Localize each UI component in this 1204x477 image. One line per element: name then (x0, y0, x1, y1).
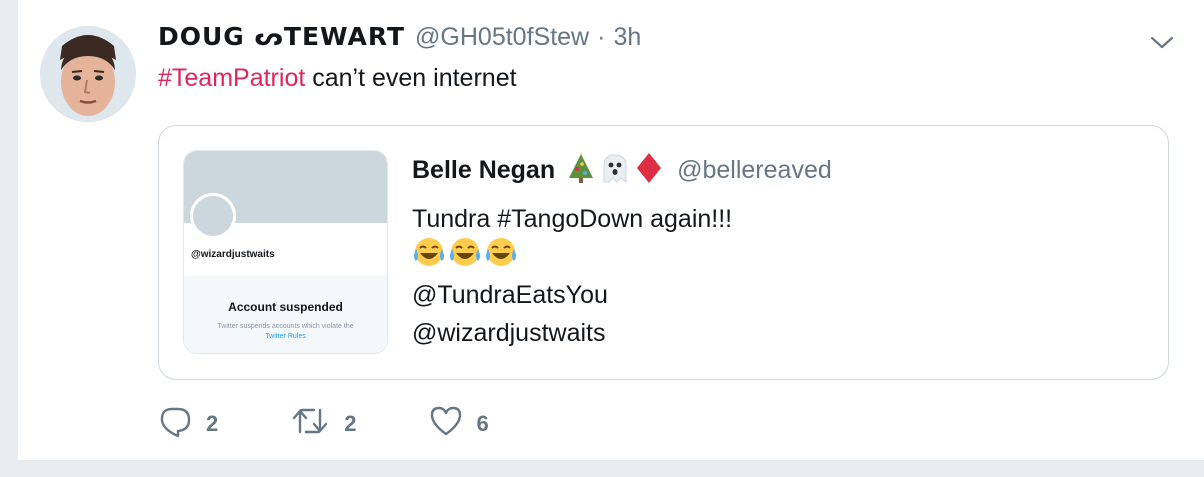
quoted-tweet[interactable]: @wizardjustwaits Account suspended Twitt… (158, 125, 1169, 380)
tweet-text-body: can’t even internet (305, 64, 517, 92)
tweet[interactable]: DOUG ᔕTEWART @GH05t0fStew · 3h #TeamPatr… (18, 0, 1204, 460)
tweet-text: #TeamPatriot can’t even internet (158, 64, 517, 93)
tears-of-joy-icon (448, 235, 482, 280)
retweet-icon (290, 404, 330, 443)
reply-icon (158, 404, 192, 443)
card-avatar (190, 193, 236, 239)
avatar[interactable] (40, 26, 136, 122)
quoted-handle[interactable]: @bellereaved (677, 156, 832, 185)
quoted-header: Belle Negan @bellereaved (412, 152, 832, 189)
quoted-text: Tundra #TangoDown again!!! @TundraEatsYo… (412, 200, 732, 352)
retweet-button[interactable]: 2 (290, 404, 357, 443)
card-handle: @wizardjustwaits (191, 249, 275, 260)
retweet-count: 2 (344, 410, 357, 436)
card-suspended-description: Twitter suspends accounts which violate … (217, 323, 354, 330)
mention-link[interactable]: @wizardjustwaits (412, 314, 732, 352)
like-count: 6 (476, 410, 489, 436)
christmas-tree-icon (567, 152, 595, 189)
quoted-display-name[interactable]: Belle Negan (412, 156, 555, 185)
profile-card-image: @wizardjustwaits Account suspended Twitt… (183, 150, 388, 354)
author-display-name[interactable]: DOUG ᔕTEWART (158, 22, 405, 51)
ghost-icon (599, 152, 631, 189)
tweet-header: DOUG ᔕTEWART @GH05t0fStew · 3h (158, 22, 641, 58)
tears-of-joy-icon (412, 235, 446, 280)
like-button[interactable]: 6 (429, 404, 489, 443)
card-suspended-notice: Account suspended Twitter suspends accou… (184, 275, 387, 353)
reply-count: 2 (206, 410, 219, 436)
tweet-actions: 2 2 6 (158, 404, 561, 443)
reply-button[interactable]: 2 (158, 404, 218, 443)
diamond-suit-icon (635, 152, 663, 189)
hashtag-link[interactable]: #TeamPatriot (158, 64, 305, 92)
mention-link[interactable]: @TundraEatsYou (412, 276, 732, 314)
tweet-timestamp[interactable]: 3h (613, 23, 641, 52)
card-suspended-title: Account suspended (228, 300, 343, 314)
emoji-row (412, 237, 732, 276)
card-rules-link: Twitter Rules (265, 333, 306, 340)
quoted-text-line: Tundra #TangoDown again!!! (412, 205, 733, 233)
tears-of-joy-icon (484, 235, 518, 280)
author-handle[interactable]: @GH05t0fStew (415, 23, 589, 52)
chevron-down-icon[interactable] (1150, 30, 1174, 54)
separator-dot: · (597, 23, 606, 51)
quoted-name-emoji (567, 152, 663, 189)
heart-icon (429, 404, 463, 443)
